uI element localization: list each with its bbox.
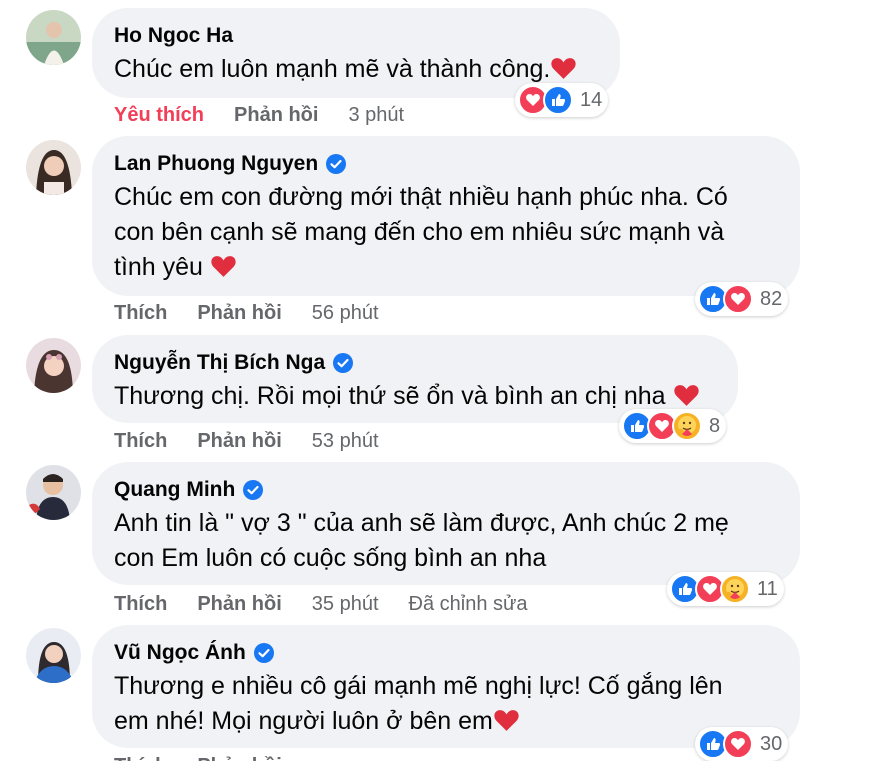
comment-text: Chúc em con đường mới thật nhiều hạnh ph… [114,183,728,281]
care-reaction-icon [720,574,750,604]
heart-emoji-icon [550,55,577,79]
avatar[interactable] [26,628,81,683]
comment-time[interactable]: 3 phút [348,102,404,128]
reaction-summary[interactable]: 30 [695,727,789,761]
comment-actions: Thích Phản hồi 53 phút [114,428,409,454]
comment-bubble: Quang Minh Anh tin là " vợ 3 " của anh s… [92,462,800,585]
comment-author[interactable]: Nguyễn Thị Bích Nga [114,347,716,379]
reaction-count: 82 [760,287,783,310]
verified-badge-icon [243,480,264,500]
reply-button[interactable]: Phản hồi [234,102,318,128]
comment-author[interactable]: Quang Minh [114,474,778,506]
comment-bubble: Vũ Ngọc Ánh Thương e nhiều cô gái mạnh m… [92,625,800,748]
avatar[interactable] [26,10,81,65]
avatar[interactable] [26,465,81,520]
heart-reaction-icon [723,284,753,314]
comment-text: Thương e nhiều cô gái mạnh mẽ nghị lực! … [114,672,723,735]
reaction-count: 8 [709,414,721,437]
heart-emoji-icon [493,707,520,731]
comment-time[interactable]: 53 phút [312,428,379,454]
reply-button[interactable]: Phản hồi [197,591,281,617]
avatar[interactable] [26,140,81,195]
heart-emoji-icon [210,253,237,277]
like-button[interactable]: Thích [114,428,167,454]
comment-text: Anh tin là " vợ 3 " của anh sẽ làm được,… [114,509,729,572]
like-button[interactable]: Yêu thích [114,102,204,128]
reaction-summary[interactable]: 8 [619,409,727,443]
like-reaction-icon [543,85,573,115]
verified-badge-icon [333,353,354,373]
reaction-summary[interactable]: 82 [695,282,789,316]
avatar[interactable] [26,338,81,393]
reply-button[interactable]: Phản hồi [197,753,281,761]
like-button[interactable]: Thích [114,591,167,617]
comment-bubble: Lan Phuong Nguyen Chúc em con đường mới … [92,136,800,296]
comment-actions: Thích Phản hồi [114,753,312,761]
reaction-count: 11 [757,577,778,600]
reaction-count: 30 [760,732,783,755]
like-button[interactable]: Thích [114,300,167,326]
verified-badge-icon [326,154,347,174]
comment-text: Chúc em luôn mạnh mẽ và thành công. [114,52,598,87]
reaction-count: 14 [580,88,603,111]
comment-text: Thương chị. Rồi mọi thứ sẽ ổn và bình an… [114,379,716,414]
comment-author[interactable]: Vũ Ngọc Ánh [114,637,778,669]
heart-emoji-icon [673,382,700,406]
comment-time[interactable]: 56 phút [312,300,379,326]
comment-actions: Thích Phản hồi 56 phút [114,300,409,326]
comment-author[interactable]: Ho Ngoc Ha [114,20,598,52]
reaction-summary[interactable]: 11 [667,572,784,606]
comment-author[interactable]: Lan Phuong Nguyen [114,148,778,180]
heart-reaction-icon [723,729,753,759]
comment-actions: Thích Phản hồi 35 phút Đã chỉnh sửa [114,591,558,617]
edited-label: Đã chỉnh sửa [408,593,528,615]
reply-button[interactable]: Phản hồi [197,428,281,454]
reply-button[interactable]: Phản hồi [197,300,281,326]
comment-time[interactable]: 35 phút [312,591,379,617]
care-reaction-icon [672,411,702,441]
verified-badge-icon [253,643,274,663]
like-button[interactable]: Thích [114,753,167,761]
reaction-summary[interactable]: 14 [515,83,609,117]
comment-actions: Yêu thích Phản hồi 3 phút [114,102,434,128]
